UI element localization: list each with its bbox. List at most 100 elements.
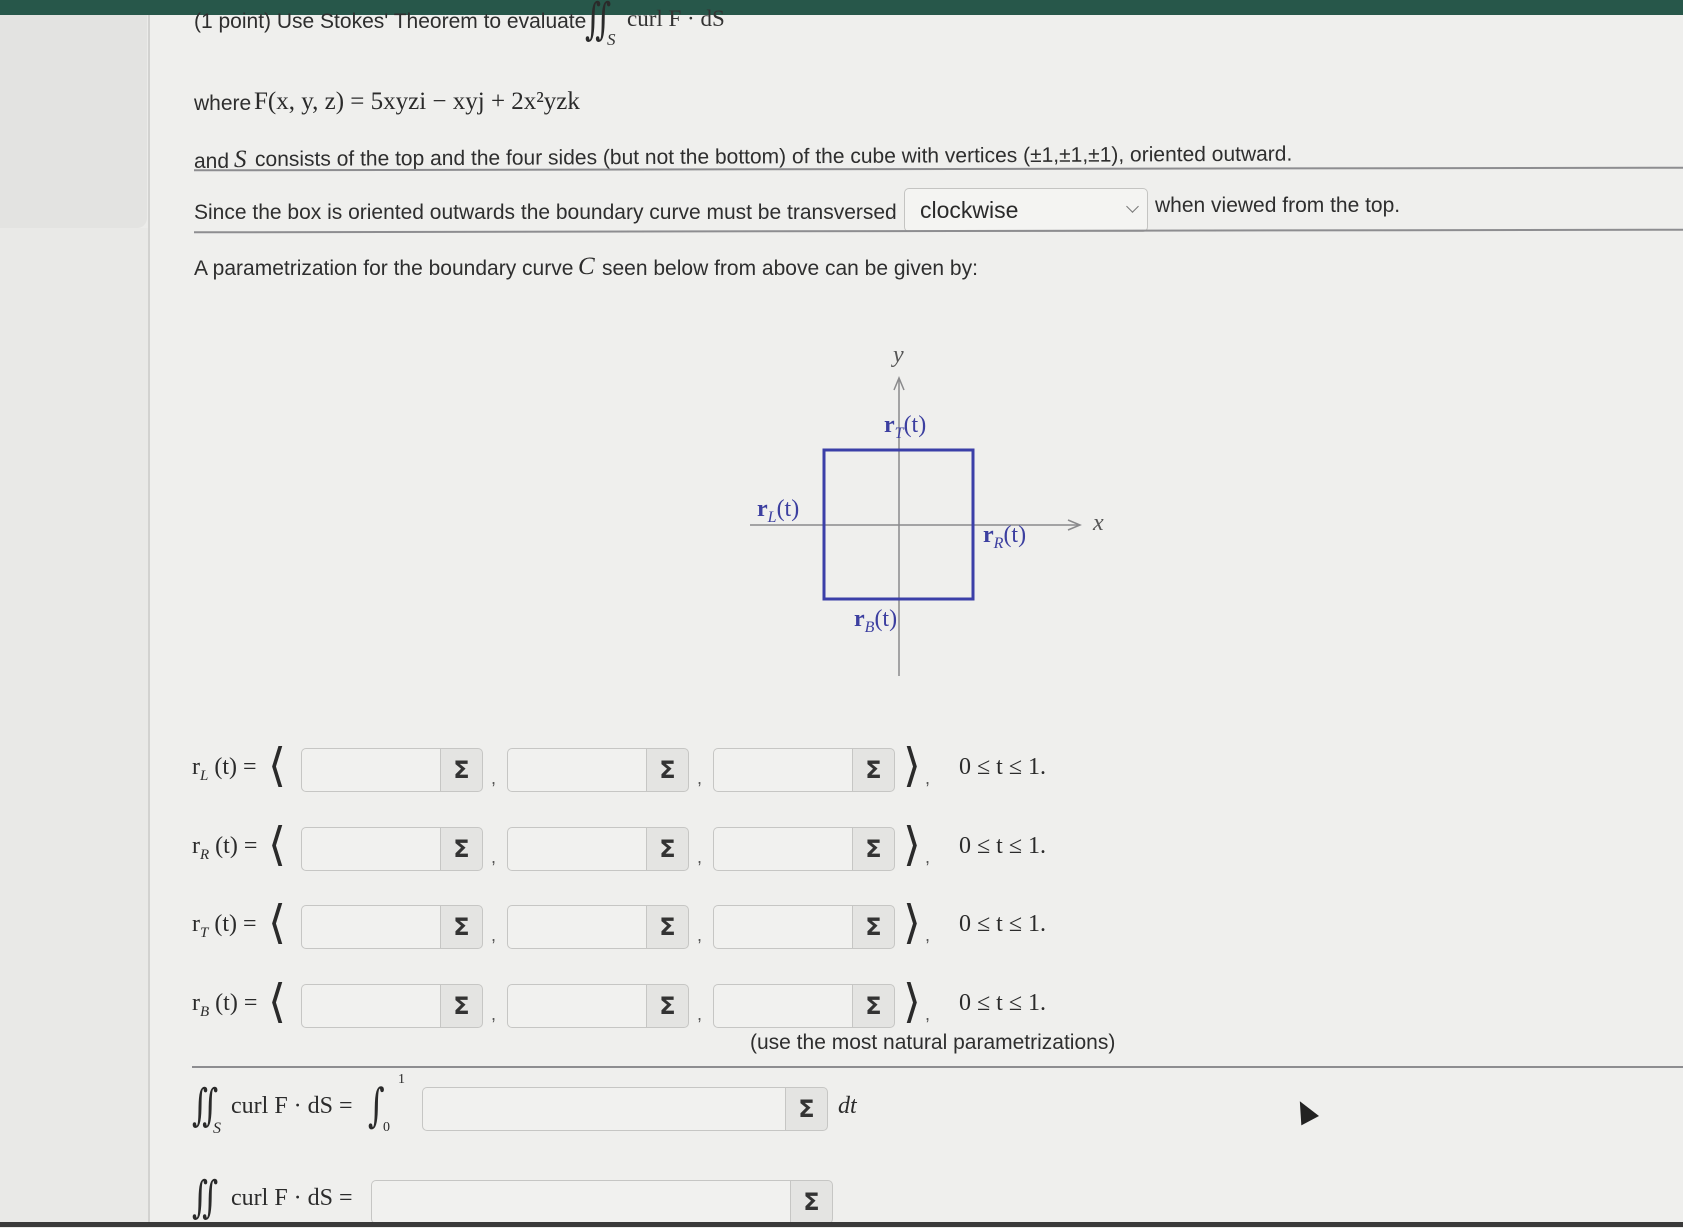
label-r: r [192,911,200,937]
right-angle-bracket: ⟩ [903,895,921,949]
label-r: r [854,606,865,632]
component-input[interactable] [507,827,646,871]
sigma-button[interactable]: Σ [646,905,689,949]
label-sub: T [200,924,209,941]
label-arg: (t) [903,412,927,438]
left-angle-bracket: ⟨ [268,738,286,792]
y-axis-label: y [893,342,904,368]
parameter-range: 0 ≤ t ≤ 1. [959,990,1047,1016]
integrand-answer-box: Σ [422,1087,828,1131]
label-r: r [192,990,200,1016]
comma-separator: , [697,925,703,945]
final-answer-input[interactable] [371,1180,790,1224]
parameter-range: 0 ≤ t ≤ 1. [959,754,1047,780]
integrand-input[interactable] [422,1087,785,1131]
label-r: r [192,833,200,859]
component-answer-box: Σ [507,748,689,792]
comma-separator: , [697,1004,703,1024]
screen-bottom-edge [0,1222,1683,1227]
label-r-top: rT(t) [884,412,926,443]
left-angle-bracket: ⟨ [268,895,286,949]
parameter-range: 0 ≤ t ≤ 1. [959,833,1047,859]
label-sub: T [894,424,904,442]
comma-separator: , [491,925,497,945]
param-row-label: rT (t) = [192,911,257,942]
component-answer-box: Σ [301,984,483,1028]
comma-separator: , [925,1004,931,1024]
component-input[interactable] [301,905,440,949]
component-answer-box: Σ [713,827,895,871]
component-input[interactable] [713,984,852,1028]
component-input[interactable] [507,905,646,949]
integral-lhs: curl F · dS = [231,1093,353,1119]
component-answer-box: Σ [301,905,483,949]
sigma-button[interactable]: Σ [852,827,895,871]
component-input[interactable] [507,748,646,792]
sigma-button[interactable]: Σ [852,748,895,792]
comma-separator: , [925,847,931,867]
comma-separator: , [491,768,497,788]
label-r-right: rR(t) [983,522,1026,553]
label-lhs: (t) = [214,911,257,937]
component-answer-box: Σ [507,905,689,949]
label-sub: B [864,618,875,636]
left-angle-bracket: ⟨ [268,974,286,1028]
sigma-button[interactable]: Σ [790,1180,833,1224]
component-answer-box: Σ [507,827,689,871]
label-sub: R [993,534,1004,552]
label-lhs: (t) = [215,833,258,859]
comma-separator: , [925,925,931,945]
sigma-button[interactable]: Σ [852,905,895,949]
right-angle-bracket: ⟩ [903,738,921,792]
component-input[interactable] [713,905,852,949]
label-arg: (t) [874,606,898,632]
component-input[interactable] [301,827,440,871]
left-angle-bracket: ⟨ [268,817,286,871]
sigma-button[interactable]: Σ [440,984,483,1028]
component-input[interactable] [301,984,440,1028]
integral-lhs: curl F · dS = [231,1185,353,1211]
label-sub: L [200,767,209,784]
component-answer-box: Σ [301,827,483,871]
label-r: r [757,496,768,522]
component-answer-box: Σ [713,748,895,792]
label-lhs: (t) = [215,990,258,1016]
sigma-button[interactable]: Σ [852,984,895,1028]
comma-separator: , [697,768,703,788]
integral-lower-limit: 0 [383,1120,390,1135]
integral-subscript: S [213,1120,221,1137]
label-lhs: (t) = [214,754,257,780]
sigma-button[interactable]: Σ [440,905,483,949]
sigma-button[interactable]: Σ [646,748,689,792]
comma-separator: , [697,847,703,867]
label-sub: R [200,846,210,863]
component-answer-box: Σ [713,984,895,1028]
component-input[interactable] [713,748,852,792]
label-r-left: rL(t) [757,496,799,527]
component-input[interactable] [713,827,852,871]
right-angle-bracket: ⟩ [903,974,921,1028]
comma-separator: , [491,1004,497,1024]
double-integral-symbol: ∬ [192,1172,219,1223]
integral-upper-limit: 1 [398,1072,405,1087]
x-axis-label: x [1093,510,1104,536]
label-r: r [983,522,994,548]
comma-separator: , [925,768,931,788]
sigma-button[interactable]: Σ [646,984,689,1028]
label-r: r [884,412,895,438]
label-r-bottom: rB(t) [854,606,897,637]
param-row-label: rR (t) = [192,833,257,864]
sigma-button[interactable]: Σ [440,748,483,792]
component-input[interactable] [301,748,440,792]
final-answer-box: Σ [371,1180,833,1224]
sigma-button[interactable]: Σ [785,1087,828,1131]
param-row-label: rB (t) = [192,990,257,1021]
parameter-range: 0 ≤ t ≤ 1. [959,911,1047,937]
component-answer-box: Σ [713,905,895,949]
right-angle-bracket: ⟩ [903,817,921,871]
dt-label: dt [838,1093,857,1119]
component-input[interactable] [507,984,646,1028]
divider-rule [192,1066,1683,1068]
sigma-button[interactable]: Σ [440,827,483,871]
sigma-button[interactable]: Σ [646,827,689,871]
